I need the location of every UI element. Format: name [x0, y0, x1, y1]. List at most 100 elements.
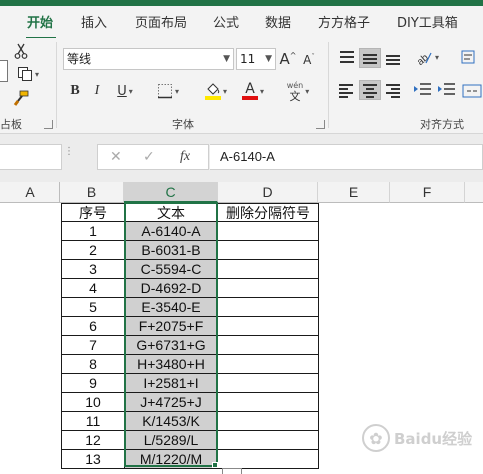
table-cell-D[interactable] — [218, 393, 319, 412]
tab-fangfang[interactable]: 方方格子 — [318, 12, 370, 31]
decrease-indent-icon — [414, 83, 431, 95]
paint-bucket-icon — [207, 83, 220, 95]
bold-button[interactable]: B — [66, 80, 84, 102]
increase-indent-button[interactable] — [436, 80, 458, 100]
table-cell-C[interactable]: A-6140-A — [125, 222, 218, 241]
tab-diy-toolbox[interactable]: DIY工具箱 — [397, 12, 458, 31]
highlight-color-swatch — [204, 96, 221, 100]
table-cell-D[interactable] — [218, 241, 319, 260]
tab-insert[interactable]: 插入 — [81, 12, 107, 31]
table-cell-B[interactable]: 12 — [61, 431, 125, 450]
table-cell-D[interactable] — [218, 260, 319, 279]
ribbon: ▾ 占板 等线 ▼ 11 ▼ A ^ Aˇ B I U ▾ ▾ ▾ A ▾ wé… — [0, 38, 483, 134]
table-cell-D[interactable] — [218, 374, 319, 393]
table-cell-D[interactable] — [218, 317, 319, 336]
table-cell-B[interactable]: 11 — [61, 412, 125, 431]
table-cell-C[interactable]: G+6731+G — [125, 336, 218, 355]
borders-button[interactable]: ▾ — [147, 80, 189, 102]
table-cell-B[interactable]: 10 — [61, 393, 125, 412]
tab-home[interactable]: 开始 — [27, 12, 53, 31]
quick-analysis-button[interactable] — [222, 468, 242, 474]
align-left-button[interactable] — [336, 80, 358, 100]
table-cell-B[interactable]: 7 — [61, 336, 125, 355]
tab-data[interactable]: 数据 — [265, 12, 291, 31]
table-cell-C[interactable]: B-6031-B — [125, 241, 218, 260]
table-cell-C[interactable]: C-5594-C — [125, 260, 218, 279]
table-cell-B[interactable]: 3 — [61, 260, 125, 279]
table-cell-D[interactable] — [218, 336, 319, 355]
table-cell-B[interactable]: 1 — [61, 222, 125, 241]
insert-function-icon[interactable]: fx — [180, 149, 190, 165]
font-size-select[interactable]: 11 ▼ — [236, 48, 276, 70]
table-cell-C[interactable]: E-3540-E — [125, 298, 218, 317]
table-cell-C[interactable]: I+2581+I — [125, 374, 218, 393]
table-cell-B[interactable]: 6 — [61, 317, 125, 336]
align-top-button[interactable] — [336, 48, 358, 68]
italic-button[interactable]: I — [88, 80, 106, 102]
table-cell-B[interactable]: 8 — [61, 355, 125, 374]
cut-icon[interactable] — [12, 42, 30, 60]
clipboard-dialog-launcher[interactable] — [44, 120, 53, 129]
table-cell-C[interactable]: D-4692-D — [125, 279, 218, 298]
cancel-icon[interactable]: ✕ — [110, 149, 122, 165]
font-dialog-launcher[interactable] — [316, 120, 325, 129]
col-header-F[interactable]: F — [390, 182, 465, 203]
table-cell-C[interactable]: M/1220/M — [125, 450, 218, 469]
tab-page-layout[interactable]: 页面布局 — [135, 12, 187, 31]
col-header-B[interactable]: B — [60, 182, 124, 203]
phonetic-guide-button[interactable]: wén 文 ▾ — [280, 78, 316, 104]
col-header-C[interactable]: C — [124, 182, 218, 203]
table-cell-C[interactable]: H+3480+H — [125, 355, 218, 374]
col-header-A[interactable]: A — [0, 182, 60, 203]
name-box-dropdown-icon[interactable]: ⋮ — [64, 146, 74, 157]
fill-handle[interactable] — [212, 462, 218, 468]
table-cell-D[interactable] — [218, 279, 319, 298]
header-cell-D[interactable]: 删除分隔符号 — [218, 203, 319, 222]
table-cell-B[interactable]: 4 — [61, 279, 125, 298]
alignment-group-label: 对齐方式 — [420, 118, 464, 131]
table-cell-C[interactable]: L/5289/L — [125, 431, 218, 450]
orientation-button[interactable]: ab ▾ — [410, 46, 444, 68]
table-cell-C[interactable]: J+4725+J — [125, 393, 218, 412]
copy-icon[interactable]: ▾ — [12, 64, 44, 84]
table-cell-C[interactable]: K/1453/K — [125, 412, 218, 431]
align-bottom-button[interactable] — [382, 48, 404, 68]
align-right-button[interactable] — [382, 80, 404, 100]
shrink-font-button[interactable]: Aˇ — [300, 50, 318, 70]
col-header-G[interactable] — [465, 182, 483, 203]
formula-input[interactable]: A-6140-A — [210, 144, 483, 170]
grow-font-button[interactable]: A ^ — [279, 48, 297, 70]
header-cell-B[interactable]: 序号 — [61, 203, 125, 222]
table-cell-C[interactable]: F+2075+F — [125, 317, 218, 336]
table-cell-B[interactable]: 13 — [61, 450, 125, 469]
header-cell-C[interactable]: 文本 — [125, 203, 218, 222]
align-middle-button[interactable] — [359, 48, 381, 68]
format-painter-icon[interactable] — [12, 88, 30, 108]
font-group-label: 字体 — [172, 118, 194, 131]
enter-icon[interactable]: ✓ — [143, 149, 155, 165]
table-cell-B[interactable]: 2 — [61, 241, 125, 260]
col-header-E[interactable]: E — [318, 182, 390, 203]
merge-center-icon[interactable] — [460, 80, 483, 102]
col-header-D[interactable]: D — [218, 182, 318, 203]
table-cell-B[interactable]: 5 — [61, 298, 125, 317]
table-cell-D[interactable] — [218, 431, 319, 450]
underline-button[interactable]: U ▾ — [110, 80, 140, 102]
paste-icon[interactable] — [0, 60, 8, 82]
table-cell-D[interactable] — [218, 412, 319, 431]
table-cell-D[interactable] — [218, 355, 319, 374]
font-color-swatch — [241, 96, 258, 100]
font-name-select[interactable]: 等线 ▼ — [63, 48, 234, 70]
table-cell-B[interactable]: 9 — [61, 374, 125, 393]
table-cell-D[interactable] — [218, 298, 319, 317]
wrap-text-icon[interactable] — [458, 46, 483, 68]
tab-formulas[interactable]: 公式 — [213, 12, 239, 31]
align-center-button[interactable] — [359, 80, 381, 100]
name-box[interactable] — [0, 144, 62, 170]
table-cell-D[interactable] — [218, 450, 319, 469]
table-cell-D[interactable] — [218, 222, 319, 241]
decrease-indent-button[interactable] — [412, 80, 434, 100]
group-separator — [328, 42, 329, 128]
fill-color-button[interactable]: ▾ — [200, 80, 232, 102]
font-color-button[interactable]: A ▾ — [237, 80, 269, 102]
